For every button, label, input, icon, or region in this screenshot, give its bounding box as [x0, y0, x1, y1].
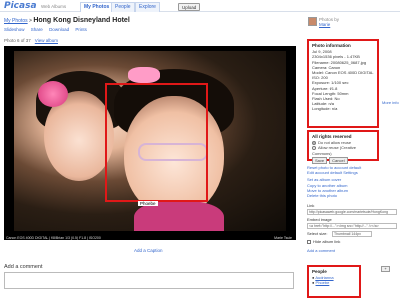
face-tag-box[interactable]	[105, 83, 208, 202]
comment-heading: Add a comment	[4, 264, 43, 270]
add-person-button[interactable]: +	[381, 266, 390, 272]
size-select[interactable]: Thumbnail 144px	[332, 231, 372, 237]
photo-position: Photo 6 of 37 View album	[4, 38, 58, 43]
top-bar: Picasa Web Albums My Photos People Explo…	[0, 0, 400, 12]
view-album-link[interactable]: View album	[35, 38, 58, 43]
edit-defaults-link[interactable]: Edit account default Settings	[307, 170, 361, 175]
photo-information-title: Photo information	[312, 43, 351, 48]
breadcrumb: My Photos > Hong Kong Disneyland Hotel	[4, 17, 130, 24]
link-label: Link	[307, 203, 315, 208]
rights-panel: All rights reserved Do not allow reuse A…	[307, 130, 379, 165]
face-tag-label[interactable]: Phoebe	[138, 201, 158, 206]
prints-button[interactable]: Prints	[75, 27, 87, 32]
picasa-logo[interactable]: Picasa	[4, 1, 37, 11]
photo-region	[38, 81, 68, 107]
more-info-link[interactable]: More info	[382, 100, 399, 105]
owner-avatar[interactable]	[308, 17, 317, 26]
cancel-button[interactable]: Cancel	[329, 156, 348, 165]
checkbox-icon[interactable]	[307, 239, 311, 244]
sidebar: Photos by Marie Photo information Jul 9,…	[304, 12, 400, 298]
person-item[interactable]: ● Phoebe	[312, 280, 356, 285]
tab-people[interactable]: People	[111, 2, 135, 12]
people-title: People	[312, 269, 327, 274]
embed-field[interactable]: <a href="http://..."><img src="http://..…	[307, 223, 397, 229]
rights-option-allow-reuse[interactable]: Allow reuse (Creative Commons)	[312, 145, 374, 156]
comment-textarea[interactable]	[4, 272, 294, 289]
sidebar-add-comment-link[interactable]: Add a comment	[307, 248, 335, 253]
photo-frame: Phoebe Canon EOS 400D DIGITAL | f/8/Bria…	[4, 46, 296, 240]
album-title: Hong Kong Disneyland Hotel	[33, 17, 130, 24]
download-button[interactable]: Download	[49, 27, 69, 32]
tab-my-photos[interactable]: My Photos	[80, 2, 114, 12]
slideshow-button[interactable]: Slideshow	[4, 27, 25, 32]
photo-credit: Marie Tsuie	[274, 236, 292, 240]
tab-explore[interactable]: Explore	[135, 2, 160, 12]
size-label: Select size:	[307, 231, 328, 236]
people-panel: People ● Audrianna ● Phoebe	[307, 265, 361, 298]
photo-toolbar: Slideshow Share Download Prints	[4, 27, 92, 32]
photo-information-panel: Photo information Jul 9, 2008 2304x1536 …	[307, 39, 379, 128]
share-button[interactable]: Share	[31, 27, 43, 32]
rights-title: All rights reserved	[312, 134, 352, 139]
save-button[interactable]: Save	[312, 156, 328, 165]
exif-line: Longitude: n/a	[312, 106, 338, 112]
web-albums-label: Web Albums	[41, 4, 67, 9]
photo-exif-strip: Canon EOS 400D DIGITAL | f/8/Brian 1/3 (…	[6, 236, 101, 240]
photo-actions: Reset photo to account default Edit acco…	[307, 165, 361, 198]
photo-region	[128, 67, 160, 83]
delete-link[interactable]: Delete this photo	[307, 193, 361, 198]
hide-album-option[interactable]: Hide album link	[307, 239, 340, 244]
breadcrumb-my-photos[interactable]: My Photos	[4, 18, 28, 24]
upload-button[interactable]: Upload	[178, 3, 201, 11]
add-caption-link[interactable]: Add a Caption	[134, 248, 163, 253]
embed-label: Embed image	[307, 217, 332, 222]
photo-counter: Photo 6 of 37	[4, 38, 31, 43]
owner-name-link[interactable]: Marie	[319, 22, 330, 27]
link-field[interactable]: http://picasaweb.google.com/marietsuie/H…	[307, 209, 397, 215]
